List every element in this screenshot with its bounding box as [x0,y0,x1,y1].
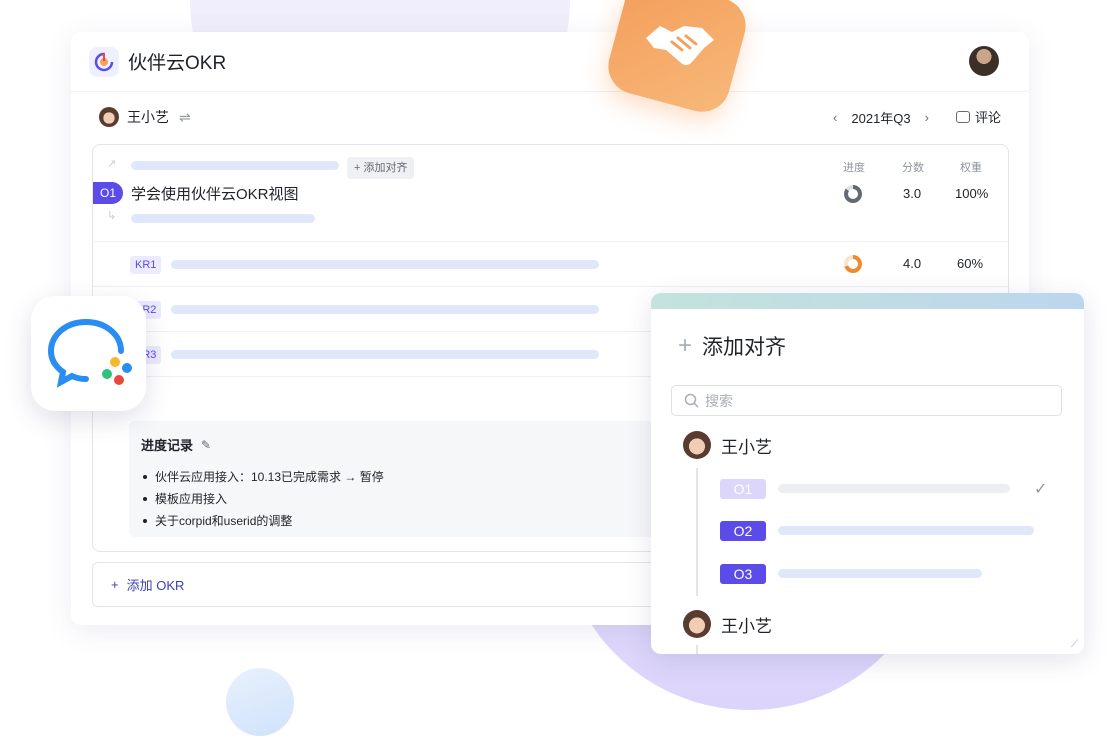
tree-connector [696,645,698,654]
user-avatar-icon [683,610,711,638]
check-icon: ✓ [1034,481,1048,498]
objective-row[interactable]: ↗ + 添加对齐 O1 学会使用伙伴云OKR视图 ↳ 进度 分数 权重 3.0 … [93,145,1008,242]
key-result-score: 4.0 [903,256,922,271]
plus-icon: + [111,577,119,592]
chevron-right-icon[interactable]: › [925,110,929,125]
progress-log-item: 模板应用接入 [141,488,677,510]
progress-log-item: 伙伴云应用接入：10.13已完成需求 → 暂停 [141,466,677,488]
add-align-button[interactable]: + 添加对齐 [347,157,415,179]
wecom-app-icon [31,296,146,411]
aligned-objective-placeholder [131,161,339,170]
comment-icon [955,110,970,123]
top-bar: 伙伴云OKR [71,32,1029,92]
tree-connector [696,468,698,596]
column-weight: 权重 [960,162,982,174]
plus-icon: + [678,332,693,359]
resize-handle-icon[interactable]: ⟋ [1071,639,1078,650]
progress-ring-icon [844,255,862,273]
search-placeholder: 搜索 [705,392,733,409]
comment-button[interactable]: 评论 [955,107,1001,126]
key-result-tag: KR1 [130,256,162,274]
user-avatar-icon [683,431,711,459]
objective-option-placeholder[interactable] [778,569,982,578]
objective-option-tag[interactable]: O2 [720,521,766,541]
period-label: 2021年Q3 [851,111,911,126]
panel-user-row[interactable]: 王小艺 [683,610,772,638]
objective-option-placeholder[interactable] [778,484,1010,493]
column-progress: 进度 [843,162,865,174]
key-result-weight: 60% [957,256,984,271]
progress-log: 进度记录 ✎ 伙伴云应用接入：10.13已完成需求 → 暂停 模板应用接入 关于… [129,421,689,537]
objective-title[interactable]: 学会使用伙伴云OKR视图 [131,183,299,204]
key-result-title-placeholder [171,350,599,359]
add-align-panel: + 添加对齐 搜索 王小艺 O1 ✓ O2 O3 王小艺 ⟋ [651,293,1084,654]
user-avatar-icon [99,107,119,127]
app-title: 伙伴云OKR [128,53,227,74]
panel-user-name: 王小艺 [721,437,772,457]
progress-log-list: 伙伴云应用接入：10.13已完成需求 → 暂停 模板应用接入 关于corpid和… [141,466,677,532]
panel-header-strip [651,293,1084,309]
align-up-icon: ↗ [107,158,117,170]
key-result-title-placeholder [171,305,599,314]
key-result-row[interactable]: KR1 4.0 60% [93,242,1008,287]
search-icon [684,393,699,408]
objective-tag: O1 [93,182,123,204]
sub-bar: 王小艺 ⇌ ‹ 2021年Q3 › 评论 [71,92,1029,142]
edit-icon[interactable]: ✎ [201,438,211,452]
chevron-left-icon[interactable]: ‹ [833,110,837,125]
objective-option-tag[interactable]: O3 [720,564,766,584]
progress-ring-icon [844,185,862,203]
user-avatar[interactable] [969,46,999,76]
objective-option-placeholder[interactable] [778,526,1034,535]
add-okr-label: 添加 OKR [126,578,185,593]
handshake-icon [646,26,714,65]
okr-logo-icon [89,46,119,77]
objective-option-tag[interactable]: O1 [720,479,766,499]
key-result-title-placeholder [171,260,599,269]
current-user-name: 王小艺 [127,109,169,125]
panel-title: 添加对齐 [702,336,787,359]
panel-user-row[interactable]: 王小艺 [683,431,772,459]
switch-icon[interactable]: ⇌ [179,109,191,126]
objective-score: 3.0 [903,186,922,201]
search-input[interactable]: 搜索 [671,385,1062,416]
column-score: 分数 [902,162,924,174]
period-navigator: ‹ 2021年Q3 › [833,108,929,127]
progress-log-title: 进度记录 [141,438,194,453]
comment-label: 评论 [974,110,1001,125]
objective-weight: 100% [955,186,989,201]
progress-log-item: 关于corpid和userid的调整 [141,510,677,532]
background-circle-small [226,668,294,736]
panel-user-name: 王小艺 [721,616,772,636]
objective-description-placeholder [131,214,315,223]
align-down-icon: ↳ [107,210,117,222]
